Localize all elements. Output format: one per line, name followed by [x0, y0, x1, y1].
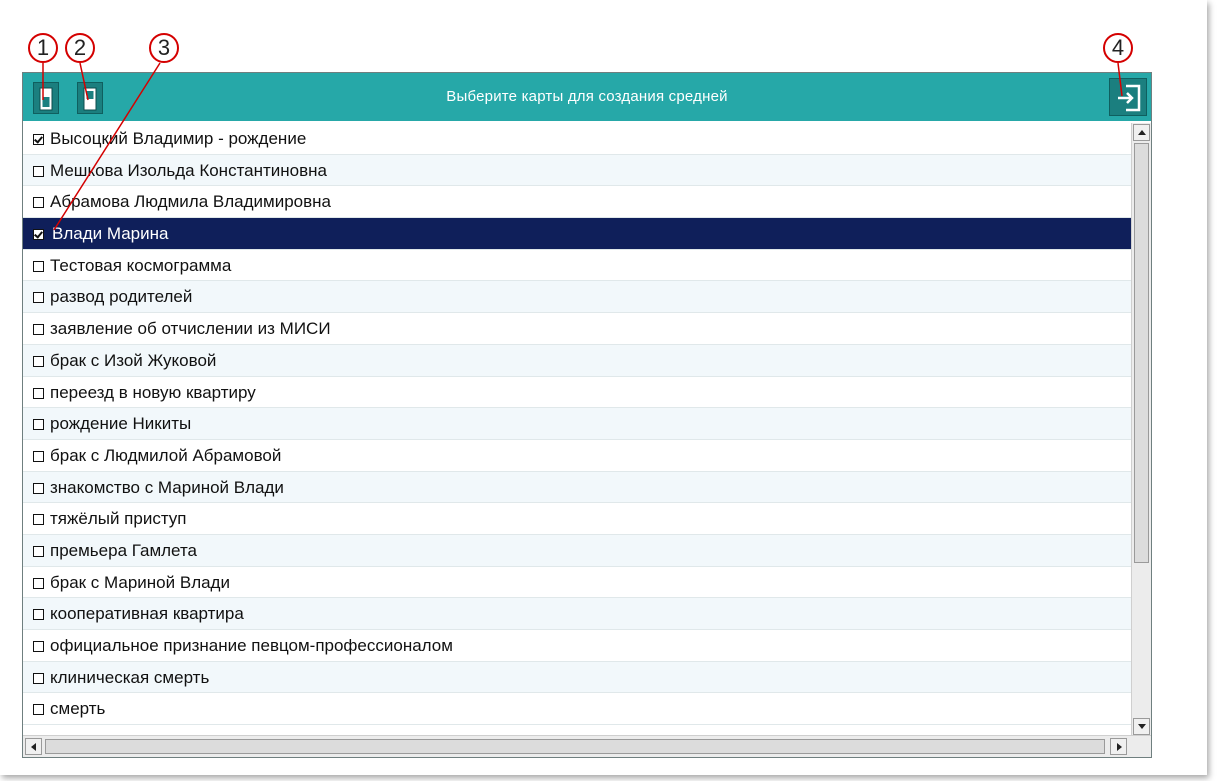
list-item-checkbox[interactable]	[33, 165, 44, 177]
list-item-checkbox[interactable]	[33, 482, 44, 494]
list-item[interactable]: официальное признание певцом-профессиона…	[23, 630, 1131, 662]
list-item-checkbox[interactable]	[33, 387, 44, 399]
list-item[interactable]: Мешкова Изольда Константиновна	[23, 154, 1131, 187]
list-item[interactable]: знакомство с Мариной Влади	[23, 471, 1131, 504]
list-item-label: заявление об отчислении из МИСИ	[50, 319, 331, 339]
list-item-label: кооперативная квартира	[50, 604, 244, 624]
select-all-icon	[39, 87, 53, 111]
list-item[interactable]: брак с Людмилой Абрамовой	[23, 440, 1131, 472]
list-item-label: переезд в новую квартиру	[50, 382, 256, 402]
list-item-checkbox[interactable]	[33, 292, 44, 304]
list-item-label: Мешкова Изольда Константиновна	[50, 160, 328, 180]
list-item-checkbox[interactable]	[33, 577, 44, 589]
list-item-checkbox[interactable]	[33, 672, 44, 684]
list-item[interactable]: клиническая смерть	[23, 661, 1131, 694]
list-item[interactable]: Тестовая космограмма	[23, 250, 1131, 282]
list-item-label: развод родителей	[50, 287, 193, 307]
list-item[interactable]: брак с Изой Жуковой	[23, 344, 1131, 377]
list-item-label: смерть	[50, 699, 106, 719]
panel-title: Выберите карты для создания средней	[446, 88, 728, 105]
horizontal-scroll-thumb[interactable]	[45, 739, 1105, 754]
list-item-label: рождение Никиты	[50, 414, 192, 434]
list-item-label: Влади Марина	[52, 224, 169, 244]
list-item-checkbox[interactable]	[33, 197, 44, 209]
select-all-button[interactable]	[33, 82, 59, 114]
deselect-all-icon	[83, 87, 97, 111]
list-item-checkbox[interactable]	[33, 704, 44, 716]
list-item[interactable]: Высоцкий Владимир - рождение	[23, 123, 1131, 155]
list-item[interactable]: Влади Марина	[23, 218, 1131, 250]
list-item[interactable]: рождение Никиты	[23, 408, 1131, 440]
list-item[interactable]: брак с Мариной Влади	[23, 567, 1131, 599]
list-item[interactable]: премьера Гамлета	[23, 534, 1131, 567]
list-item[interactable]: Абрамова Людмила Владимировна	[23, 186, 1131, 219]
list-item-checkbox[interactable]	[33, 260, 44, 272]
vertical-scroll-thumb[interactable]	[1134, 143, 1149, 563]
list-item-checkbox[interactable]	[33, 324, 44, 336]
list-item-label: брак с Людмилой Абрамовой	[50, 445, 282, 465]
list-item[interactable]: заявление об отчислении из МИСИ	[23, 313, 1131, 345]
list-item-label: Высоцкий Владимир - рождение	[50, 129, 307, 148]
list-item-label: брак с Изой Жуковой	[50, 350, 217, 370]
list-item-label: Абрамова Людмила Владимировна	[50, 192, 331, 212]
scroll-left-button[interactable]	[25, 738, 42, 755]
callout-3: 3	[149, 33, 179, 63]
list-item-label: брак с Мариной Влади	[50, 572, 230, 592]
list-item-checkbox[interactable]	[33, 514, 44, 526]
list-item-label: официальное признание певцом-профессиона…	[50, 636, 453, 655]
list-item[interactable]: тяжёлый приступ	[23, 503, 1131, 535]
horizontal-scrollbar[interactable]	[23, 735, 1151, 757]
chart-list: Высоцкий Владимир - рождение Мешкова Изол…	[23, 123, 1131, 736]
list-item-checkbox[interactable]	[33, 355, 44, 367]
list-item[interactable]: смерть	[23, 693, 1131, 726]
callout-1: 1	[28, 33, 58, 63]
exit-icon	[1118, 84, 1141, 112]
exit-button[interactable]	[1109, 78, 1147, 116]
list-item-checkbox[interactable]	[33, 641, 44, 652]
callout-4: 4	[1103, 33, 1133, 63]
list-item-label: клиническая смерть	[50, 667, 210, 687]
list-item-checkbox[interactable]	[33, 545, 44, 557]
vertical-scrollbar[interactable]	[1131, 123, 1151, 736]
list-item-label: премьера Гамлета	[50, 540, 197, 560]
title-bar: Выберите карты для создания средней	[23, 73, 1151, 121]
scroll-up-button[interactable]	[1133, 124, 1150, 141]
average-map-panel: Выберите карты для создания средней Высо…	[22, 72, 1152, 758]
list-item-label: знакомство с Мариной Влади	[50, 477, 284, 497]
deselect-all-button[interactable]	[77, 82, 103, 114]
list-item[interactable]: развод родителей	[23, 281, 1131, 314]
list-item-checkbox[interactable]	[33, 609, 44, 621]
list-item-label: тяжёлый приступ	[50, 509, 187, 529]
list-item[interactable]: кооперативная квартира	[23, 598, 1131, 630]
list-item-checkbox[interactable]	[33, 450, 44, 462]
callout-2: 2	[65, 33, 95, 63]
list-item-checkbox[interactable]	[33, 419, 44, 431]
list-item-checkbox[interactable]	[33, 134, 44, 145]
scroll-right-button[interactable]	[1110, 738, 1127, 755]
scroll-down-button[interactable]	[1133, 718, 1150, 735]
list-item-checkbox[interactable]	[33, 229, 44, 241]
list-item[interactable]: переезд в новую квартиру	[23, 377, 1131, 409]
list-item-label: Тестовая космограмма	[50, 255, 232, 275]
